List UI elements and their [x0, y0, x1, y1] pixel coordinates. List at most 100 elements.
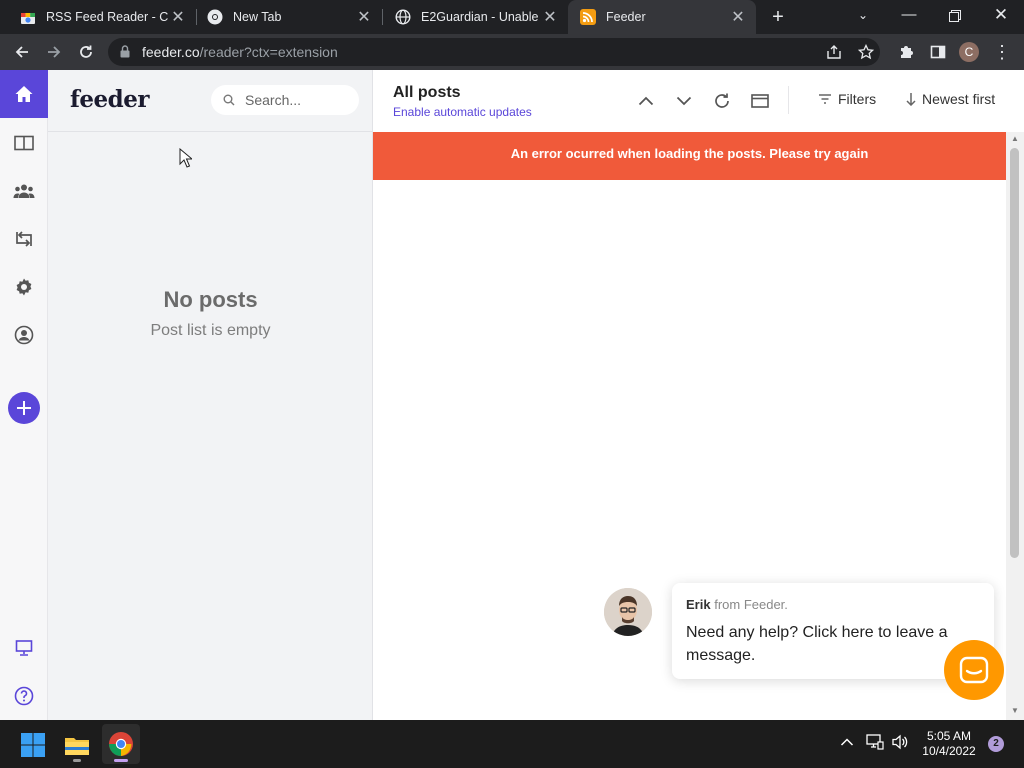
chevron-down-icon: [676, 96, 692, 106]
scrollbar-thumb[interactable]: [1010, 148, 1019, 558]
chat-sender: Erik from Feeder.: [686, 597, 788, 612]
tab-feeder[interactable]: Feeder ✕: [568, 0, 756, 34]
chat-launcher-button[interactable]: [944, 640, 1004, 700]
list-header: feeder: [48, 70, 373, 132]
monitor-icon[interactable]: [12, 636, 36, 660]
url-host: feeder.co: [142, 44, 200, 60]
close-tab-icon[interactable]: ✕: [168, 7, 188, 27]
header-divider: [788, 86, 789, 114]
bookmark-star-icon[interactable]: [854, 40, 878, 64]
close-tab-icon[interactable]: ✕: [728, 7, 748, 27]
feeder-app: feeder No posts Post list is empty All p…: [0, 70, 1024, 720]
tab-search-icon[interactable]: ⌄: [840, 0, 886, 34]
browser-tab-strip: RSS Feed Reader - Chrome Web Store ✕ New…: [0, 0, 1024, 34]
sidebar-rail: [0, 70, 48, 720]
scrollbar[interactable]: ▲ ▼: [1006, 132, 1024, 720]
url-path: /reader?ctx=extension: [199, 44, 338, 60]
back-button[interactable]: [10, 40, 34, 64]
chat-sender-org: from Feeder.: [714, 597, 788, 612]
post-list-pane: feeder No posts Post list is empty: [48, 70, 373, 720]
card-view-icon: [751, 94, 769, 108]
tab-title: Feeder: [606, 10, 646, 24]
extensions-puzzle-icon[interactable]: [894, 40, 918, 64]
filter-icon: [819, 94, 831, 104]
page-title: All posts: [393, 84, 461, 101]
tab-title: New Tab: [233, 10, 282, 24]
forward-button[interactable]: [42, 40, 66, 64]
search-icon: [223, 94, 235, 106]
chat-icon: [959, 656, 989, 684]
windows-taskbar: 5:05 AM 10/4/2022 2: [0, 720, 1024, 768]
side-panel-icon[interactable]: [926, 40, 950, 64]
empty-state-title: No posts: [163, 287, 258, 312]
tab-e2guardian[interactable]: E2Guardian - Unable to load page ✕: [383, 0, 568, 34]
menu-kebab-icon[interactable]: ⋮: [990, 40, 1014, 64]
tab-rss-feed-reader[interactable]: RSS Feed Reader - Chrome Web Store ✕: [0, 0, 196, 34]
error-banner: An error ocurred when loading the posts.…: [373, 132, 1006, 180]
address-bar[interactable]: feeder.co/reader?ctx=extension: [108, 38, 880, 66]
running-indicator: [73, 759, 81, 762]
file-explorer-icon[interactable]: [64, 732, 90, 762]
filters-button[interactable]: Filters: [818, 91, 876, 107]
refresh-button[interactable]: [711, 90, 733, 112]
home-icon[interactable]: [0, 70, 48, 118]
clock-date: 10/4/2022: [922, 744, 976, 758]
sort-button[interactable]: Newest first: [906, 91, 995, 107]
mouse-cursor-icon: [179, 148, 192, 168]
user-icon[interactable]: [12, 323, 36, 347]
clock-time: 5:05 AM: [926, 729, 972, 743]
close-tab-icon[interactable]: ✕: [540, 7, 560, 27]
active-indicator: [114, 759, 128, 762]
people-icon[interactable]: [12, 179, 36, 203]
chrome-icon: [108, 732, 133, 756]
tab-title: RSS Feed Reader - Chrome Web Store: [46, 10, 168, 24]
chat-agent-avatar[interactable]: [604, 588, 652, 636]
minimize-button[interactable]: —: [886, 0, 932, 34]
enable-auto-updates-link[interactable]: Enable automatic updates: [393, 105, 532, 119]
new-tab-button[interactable]: +: [768, 7, 788, 27]
globe-icon: [395, 9, 411, 25]
tab-title: E2Guardian - Unable to load page: [421, 10, 540, 24]
chrome-taskbar-button[interactable]: [102, 724, 140, 764]
browser-toolbar: feeder.co/reader?ctx=extension C ⋮: [0, 34, 1024, 70]
search-box[interactable]: [211, 85, 359, 115]
tab-new-tab[interactable]: New Tab ✕: [197, 0, 382, 34]
feeder-logo: feeder: [70, 86, 150, 113]
show-hidden-icons-icon[interactable]: [840, 734, 854, 750]
volume-icon[interactable]: [891, 734, 909, 753]
scroll-up-arrow-icon[interactable]: ▲: [1010, 134, 1020, 143]
network-icon[interactable]: [866, 734, 884, 753]
close-tab-icon[interactable]: ✕: [354, 7, 374, 27]
chrome-web-store-icon: [20, 9, 36, 25]
windows-start-icon[interactable]: [20, 732, 46, 758]
restore-button[interactable]: [932, 0, 978, 34]
refresh-icon: [715, 93, 729, 108]
filters-label: Filters: [838, 91, 877, 107]
arrow-down-icon: [906, 93, 916, 106]
close-window-button[interactable]: ✕: [978, 0, 1024, 34]
search-input[interactable]: [245, 90, 350, 110]
retweet-icon[interactable]: [12, 227, 36, 251]
view-mode-button[interactable]: [749, 90, 771, 112]
empty-state-subtitle: Post list is empty: [150, 322, 271, 339]
previous-post-button[interactable]: [635, 90, 657, 112]
profile-avatar[interactable]: C: [959, 42, 979, 62]
next-post-button[interactable]: [673, 90, 695, 112]
chevron-up-icon: [638, 96, 654, 106]
notification-badge[interactable]: 2: [988, 736, 1004, 752]
gear-icon[interactable]: [12, 275, 36, 299]
reload-button[interactable]: [74, 40, 98, 64]
lock-icon: [120, 45, 130, 58]
url-text: feeder.co/reader?ctx=extension: [142, 44, 338, 60]
system-clock[interactable]: 5:05 AM 10/4/2022: [918, 729, 980, 759]
add-feed-button[interactable]: [8, 392, 40, 424]
help-icon[interactable]: [12, 684, 36, 708]
sort-label: Newest first: [922, 91, 996, 107]
scroll-down-arrow-icon[interactable]: ▼: [1010, 706, 1020, 715]
chat-sender-name: Erik: [686, 597, 711, 612]
columns-icon[interactable]: [12, 131, 36, 155]
chrome-icon: [207, 9, 223, 25]
chat-message-text: Need any help? Click here to leave a mes…: [686, 624, 948, 664]
posts-header: All posts Enable automatic updates Filte…: [373, 70, 1024, 130]
share-icon[interactable]: [822, 40, 846, 64]
